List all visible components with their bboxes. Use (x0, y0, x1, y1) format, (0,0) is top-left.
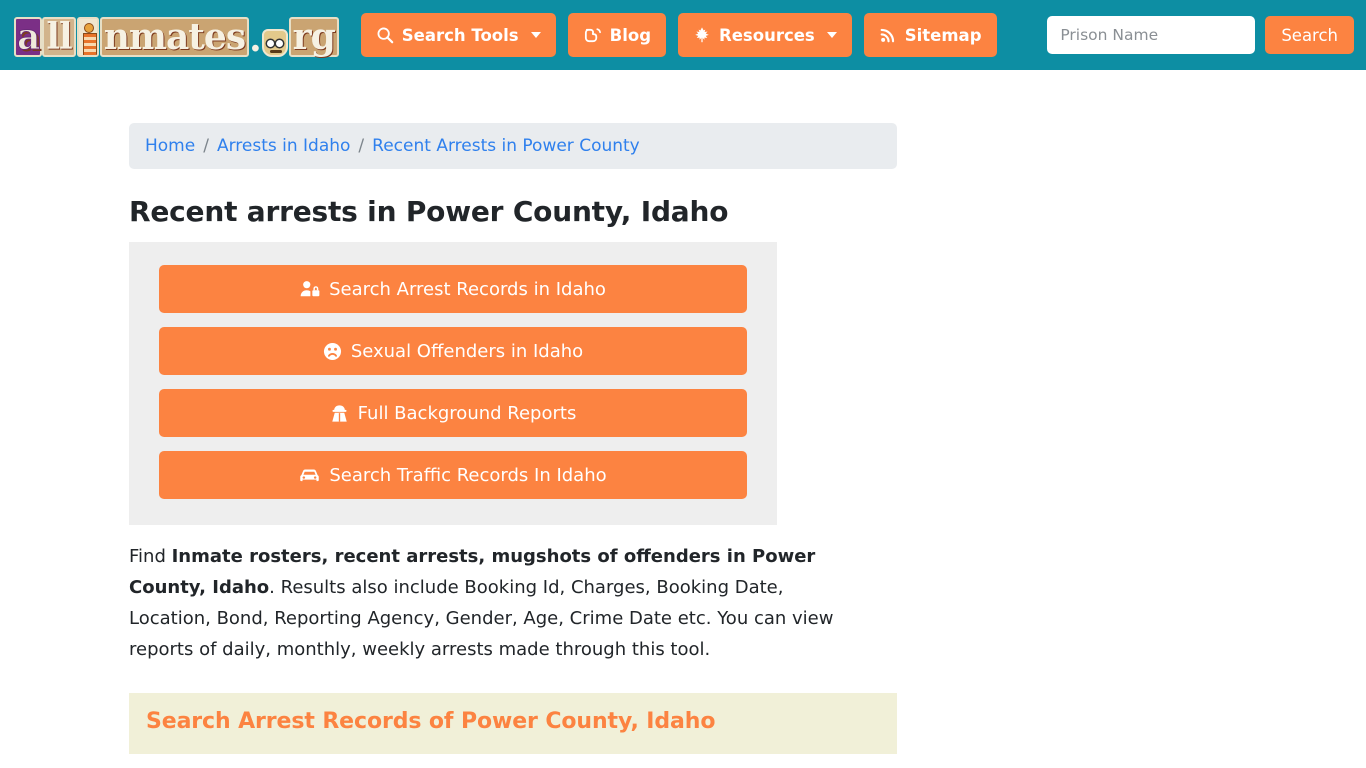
breadcrumb: Home / Arrests in Idaho / Recent Arrests… (129, 123, 897, 169)
intro-paragraph: Find Inmate rosters, recent arrests, mug… (129, 541, 869, 665)
chevron-down-icon (530, 32, 541, 38)
car-icon (299, 467, 320, 484)
frown-face-icon (323, 342, 342, 361)
nav-sitemap-label: Sitemap (904, 25, 982, 45)
nav-blog-button[interactable]: Blog (567, 13, 667, 57)
logo-letters-nmates: nmates (99, 17, 250, 57)
nav-resources-label: Resources (719, 25, 815, 45)
header-search-form: Search (1047, 16, 1354, 54)
page-title: Recent arrests in Power County, Idaho (129, 195, 729, 228)
breadcrumb-item-home[interactable]: Home (145, 136, 195, 156)
handcuffed-face-icon (261, 29, 288, 57)
logo-wordmark: a ll nmates . rg (14, 13, 339, 57)
user-secret-icon (330, 404, 349, 423)
search-icon (376, 26, 394, 44)
logo-letters-ll: ll (42, 17, 76, 57)
section-heading: Search Arrest Records of Power County, I… (146, 709, 716, 734)
breadcrumb-item-current[interactable]: Recent Arrests in Power County (372, 136, 640, 156)
search-traffic-records-button[interactable]: Search Traffic Records In Idaho (159, 451, 747, 499)
nav-resources-button[interactable]: Resources (678, 13, 852, 57)
rss-icon (879, 26, 897, 44)
intro-prefix: Find (129, 546, 172, 567)
sexual-offenders-label: Sexual Offenders in Idaho (350, 340, 584, 362)
search-input[interactable] (1047, 16, 1256, 54)
main-navigation: Search Tools Blog Resources Sitemap (360, 13, 997, 57)
leaf-icon (693, 26, 711, 44)
sexual-offenders-button[interactable]: Sexual Offenders in Idaho (159, 327, 747, 375)
breadcrumb-separator: / (358, 136, 365, 156)
site-header: a ll nmates . rg Search Tools Blog Resou… (0, 0, 1366, 70)
user-lock-icon (300, 280, 320, 298)
content-container: Home / Arrests in Idaho / Recent Arrests… (129, 123, 897, 754)
search-arrest-records-label: Search Arrest Records in Idaho (329, 278, 606, 300)
logo-letter-a: a (14, 17, 43, 57)
nav-blog-label: Blog (609, 25, 652, 45)
logo-letters-rg: rg (288, 17, 339, 57)
search-records-section: Search Arrest Records of Power County, I… (129, 693, 897, 754)
nav-search-tools-button[interactable]: Search Tools (360, 13, 556, 57)
site-logo[interactable]: a ll nmates . rg (14, 13, 339, 57)
chevron-down-icon (826, 32, 837, 38)
breadcrumb-item-arrests-in-idaho[interactable]: Arrests in Idaho (217, 136, 350, 156)
nav-search-tools-label: Search Tools (401, 25, 519, 45)
search-traffic-records-label: Search Traffic Records In Idaho (329, 464, 607, 486)
full-background-reports-label: Full Background Reports (357, 402, 577, 424)
page-body: Home / Arrests in Idaho / Recent Arrests… (0, 123, 1366, 754)
search-submit-button[interactable]: Search (1265, 16, 1354, 54)
breadcrumb-separator: / (203, 136, 209, 156)
action-buttons-panel: Search Arrest Records in Idaho Sexual Of… (129, 242, 777, 525)
search-arrest-records-button[interactable]: Search Arrest Records in Idaho (159, 265, 747, 313)
blogger-icon (583, 26, 602, 45)
nav-sitemap-button[interactable]: Sitemap (863, 13, 997, 57)
full-background-reports-button[interactable]: Full Background Reports (159, 389, 747, 437)
logo-dot: . (249, 18, 262, 60)
prisoner-icon (76, 17, 99, 57)
